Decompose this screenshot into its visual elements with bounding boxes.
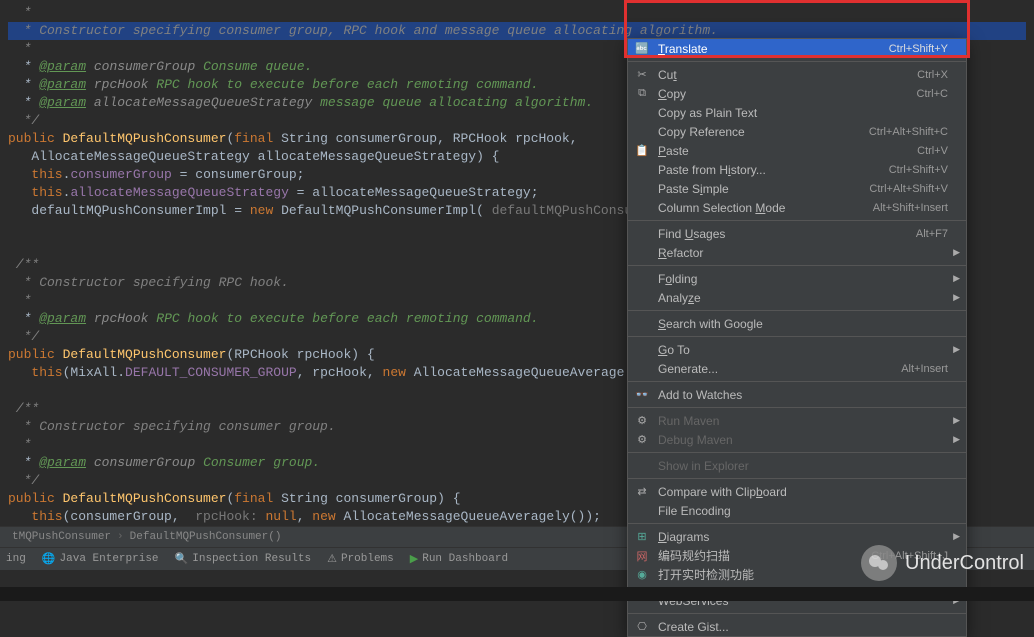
- menu-item-file-encoding[interactable]: File Encoding: [628, 501, 966, 520]
- menu-item-copy-reference[interactable]: Copy Reference Ctrl+Alt+Shift+C: [628, 122, 966, 141]
- toggle-icon: ◉: [634, 567, 650, 583]
- chevron-right-icon: ▶: [953, 434, 960, 445]
- menu-item-search-google[interactable]: Search with Google: [628, 314, 966, 333]
- tool-window-tab[interactable]: 🔍Inspection Results: [175, 552, 312, 566]
- inspect-icon: 🔍: [175, 552, 189, 566]
- chevron-right-icon: ▶: [953, 415, 960, 426]
- menu-item-show-explorer[interactable]: Show in Explorer: [628, 456, 966, 475]
- menu-separator: [628, 381, 966, 382]
- chevron-right-icon: ▶: [953, 344, 960, 355]
- menu-separator: [628, 220, 966, 221]
- glasses-icon: 👓: [634, 387, 650, 403]
- menu-item-column-selection[interactable]: Column Selection Mode Alt+Shift+Insert: [628, 198, 966, 217]
- menu-item-translate[interactable]: 🔤 TTranslateranslate Ctrl+Shift+Y: [628, 39, 966, 58]
- breadcrumb-item[interactable]: DefaultMQPushConsumer(): [124, 531, 288, 543]
- menu-item-goto[interactable]: Go To ▶: [628, 340, 966, 359]
- gear-icon: ⚙: [634, 413, 650, 429]
- menu-separator: [628, 265, 966, 266]
- warning-icon: ⚠: [327, 552, 337, 566]
- taskbar: [0, 587, 1034, 601]
- alibaba-icon: 网: [634, 548, 650, 564]
- menu-separator: [628, 452, 966, 453]
- menu-separator: [628, 407, 966, 408]
- play-icon: ▶: [410, 552, 418, 566]
- github-icon: ⎔: [634, 619, 650, 635]
- chevron-right-icon: ▶: [953, 292, 960, 303]
- menu-item-compare-clipboard[interactable]: ⇄ Compare with Clipboard: [628, 482, 966, 501]
- menu-item-create-gist[interactable]: ⎔ Create Gist...: [628, 617, 966, 636]
- menu-item-copy[interactable]: ⧉ Copy Ctrl+C: [628, 84, 966, 103]
- menu-item-run-maven[interactable]: ⚙ Run Maven ▶: [628, 411, 966, 430]
- chevron-right-icon: ▶: [953, 531, 960, 542]
- menu-item-add-watches[interactable]: 👓 Add to Watches: [628, 385, 966, 404]
- tool-window-tab[interactable]: ⚠Problems: [327, 552, 394, 566]
- tool-window-tab[interactable]: ing: [6, 553, 26, 565]
- chevron-right-icon: ▶: [953, 247, 960, 258]
- menu-item-paste-simple[interactable]: Paste Simple Ctrl+Alt+Shift+V: [628, 179, 966, 198]
- tool-window-tab[interactable]: ▶Run Dashboard: [410, 552, 508, 566]
- menu-separator: [628, 310, 966, 311]
- code-line: *: [8, 4, 1026, 22]
- menu-item-refactor[interactable]: Refactor ▶: [628, 243, 966, 262]
- menu-separator: [628, 336, 966, 337]
- menu-item-paste-history[interactable]: Paste from History... Ctrl+Shift+V: [628, 160, 966, 179]
- menu-item-debug-maven[interactable]: ⚙ Debug Maven ▶: [628, 430, 966, 449]
- wechat-icon: [861, 545, 897, 581]
- menu-item-cut[interactable]: ✂ Cut Ctrl+X: [628, 65, 966, 84]
- menu-item-generate[interactable]: Generate... Alt+Insert: [628, 359, 966, 378]
- menu-separator: [628, 613, 966, 614]
- chevron-right-icon: ›: [117, 531, 124, 543]
- breadcrumb-item[interactable]: tMQPushConsumer: [6, 531, 117, 543]
- tool-window-tab[interactable]: 🌐Java Enterprise: [42, 552, 159, 566]
- chevron-right-icon: ▶: [953, 273, 960, 284]
- menu-item-find-usages[interactable]: Find Usages Alt+F7: [628, 224, 966, 243]
- cut-icon: ✂: [634, 67, 650, 83]
- menu-item-folding[interactable]: Folding ▶: [628, 269, 966, 288]
- menu-separator: [628, 478, 966, 479]
- paste-icon: 📋: [634, 143, 650, 159]
- diagram-icon: ⊞: [634, 529, 650, 545]
- menu-separator: [628, 523, 966, 524]
- menu-item-paste[interactable]: 📋 Paste Ctrl+V: [628, 141, 966, 160]
- compare-icon: ⇄: [634, 484, 650, 500]
- translate-icon: 🔤: [634, 41, 650, 57]
- menu-separator: [628, 61, 966, 62]
- copy-icon: ⧉: [634, 86, 650, 102]
- menu-item-analyze[interactable]: Analyze ▶: [628, 288, 966, 307]
- globe-icon: 🌐: [42, 552, 56, 566]
- menu-item-copy-plain[interactable]: Copy as Plain Text: [628, 103, 966, 122]
- watermark: UnderControl: [861, 545, 1024, 581]
- gear-icon: ⚙: [634, 432, 650, 448]
- menu-item-diagrams[interactable]: ⊞ Diagrams ▶: [628, 527, 966, 546]
